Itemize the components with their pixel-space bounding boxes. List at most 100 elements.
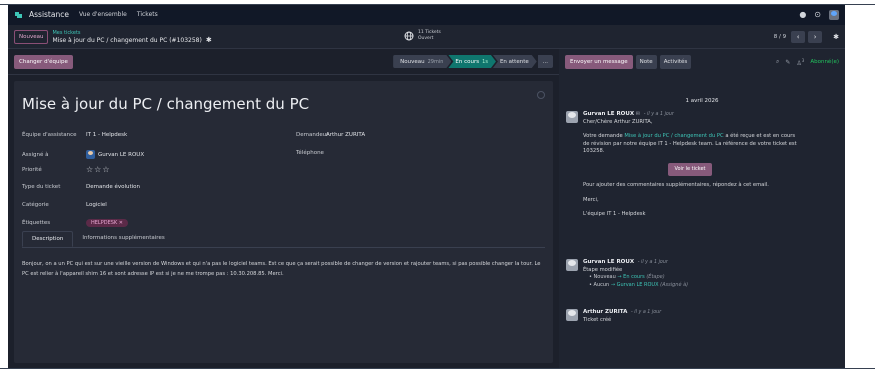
field-category-value[interactable]: Logiciel (86, 202, 107, 208)
app-title[interactable]: Assistance (29, 10, 69, 19)
new-button[interactable]: Nouveau (14, 29, 49, 44)
tab-description[interactable]: Description (22, 231, 74, 247)
mail-icon: ✉ (635, 111, 641, 117)
search-icon[interactable]: ⌕ (776, 58, 779, 66)
gear-icon[interactable]: ✱ (206, 36, 212, 44)
view-ticket-wrapper: Voir le ticket (583, 162, 797, 176)
priority-star-icon[interactable]: ☆☆☆ (86, 165, 111, 174)
stage-waiting[interactable]: En attente (493, 55, 537, 68)
message-greeting: Cher/Chère Arthur ZURITA, (583, 118, 653, 125)
tracking-old-value: Nouveau (593, 274, 616, 280)
pager-value[interactable]: 8 / 9 (774, 34, 786, 40)
chatter-panel: Envoyer un message Note Activités ⌕ ✎ ♙3… (559, 49, 845, 368)
message-reply-hint: Pour ajouter des commentaires supplément… (583, 182, 769, 188)
message-author[interactable]: Gurvan LE ROUX (583, 111, 634, 117)
form-sheet: Mise à jour du PC / changement du PC Équ… (14, 81, 553, 363)
field-category-label: Catégorie (22, 202, 49, 208)
message-thanks: Merci, (583, 196, 599, 203)
stat-label: Ouvert (418, 35, 434, 41)
assignee-name: Gurvan LE ROUX (98, 151, 145, 158)
breadcrumb: Mes tickets Mise à jour du PC / changeme… (52, 30, 211, 44)
stage-new-duration: 29min (427, 58, 444, 65)
chat-icon[interactable]: ● (799, 10, 806, 19)
tag-helpdesk[interactable]: HELPDESK ✕ (86, 219, 128, 227)
frame-bottom-line (0, 368, 875, 369)
log-note-button[interactable]: Note (635, 55, 657, 69)
attachment-icon[interactable]: ✎ (785, 59, 790, 66)
clock-icon[interactable]: ⊙ (814, 10, 821, 19)
notebook-tabs: Description Informations supplémentaires (22, 231, 545, 248)
change-team-button[interactable]: Changer d'équipe (14, 54, 73, 69)
tab-extra-info[interactable]: Informations supplémentaires (73, 231, 173, 247)
message-author[interactable]: Gurvan LE ROUX (583, 259, 634, 265)
field-team: Équipe d'assistance IT 1 - Helpdesk (22, 132, 127, 138)
message-date: - il y a 1 jour (637, 260, 668, 265)
stage-in-progress[interactable]: En cours 1s (448, 55, 496, 68)
field-type-label: Type du ticket (22, 184, 61, 190)
stat-count: 11 Tickets (418, 30, 441, 35)
description-text[interactable]: Bonjour, on a un PC qui est sur une viei… (22, 259, 542, 279)
message-date: - il y a 1 jour (643, 112, 674, 117)
ticket-stat-button[interactable]: 11 Tickets Ouvert (404, 30, 441, 41)
menu-tickets[interactable]: Tickets (137, 11, 158, 18)
control-panel: Nouveau Mes tickets Mise à jour du PC / … (8, 25, 845, 49)
breadcrumb-parent[interactable]: Mes tickets (52, 30, 211, 37)
author-avatar[interactable] (566, 259, 578, 271)
tracking-old-value: Aucun (593, 281, 610, 288)
creation-message: Arthur ZURITA - il y a 1 jour Ticket cré… (566, 309, 838, 324)
settings-icon[interactable]: ✱ (833, 33, 839, 41)
message-text: Votre demande (583, 133, 623, 139)
field-assigned-value[interactable]: Gurvan LE ROUX (86, 150, 144, 159)
followers-button[interactable]: ♙3 (796, 58, 804, 67)
send-message-button[interactable]: Envoyer un message (565, 55, 633, 69)
tracking-line-assignee: • Aucun → Gurvan LE ROUX (Assigné à) (589, 281, 689, 288)
field-team-value[interactable]: IT 1 - Helpdesk (86, 132, 127, 138)
tracking-new-value: Gurvan LE ROUX (616, 281, 659, 288)
message-body: Gurvan LE ROUX - il y a 1 jour Étape mod… (583, 259, 688, 289)
message-author[interactable]: Arthur ZURITA (583, 309, 627, 315)
tracking-line-stage: • Nouveau → En cours (Étape) (589, 274, 665, 280)
stage-in-progress-label: En cours (455, 58, 480, 65)
pager-next-button[interactable]: › (808, 30, 823, 43)
field-tags: Étiquettes HELPDESK ✕ (22, 219, 128, 227)
activities-button[interactable]: Activités (659, 55, 692, 69)
stage-more-button[interactable]: ... (537, 55, 553, 68)
app-logo-icon[interactable] (14, 11, 23, 19)
message-item: Gurvan LE ROUX ✉ - il y a 1 jour Cher/Ch… (566, 111, 838, 219)
status-bar: Changer d'équipe Nouveau 29min En cours 1s… (8, 49, 559, 75)
date-separator: 1 avril 2026 (685, 98, 719, 104)
message-date: - il y a 1 jour (631, 310, 662, 315)
tracking-message: Gurvan LE ROUX - il y a 1 jour Étape mod… (566, 259, 838, 289)
message-body: Arthur ZURITA - il y a 1 jour Ticket cré… (583, 309, 661, 324)
pager-previous-button[interactable]: ‹ (791, 30, 806, 43)
message-signature: L'équipe IT 1 - Helpdesk (583, 211, 646, 217)
field-assigned-label: Assigné à (22, 151, 49, 158)
field-type-value[interactable]: Demande évolution (86, 184, 140, 190)
author-avatar[interactable] (566, 111, 578, 123)
field-category: Catégorie Logiciel (22, 202, 107, 208)
stage-new[interactable]: Nouveau 29min (393, 55, 451, 68)
field-priority-label: Priorité (22, 166, 42, 173)
field-team-label: Équipe d'assistance (22, 132, 77, 138)
user-avatar[interactable] (829, 9, 839, 20)
field-phone: Téléphone (296, 150, 360, 156)
field-requester-label: Demandeur (296, 132, 329, 138)
subscribed-button[interactable]: Abonné(e) (810, 59, 839, 65)
tracking-new-value: En cours (623, 274, 645, 280)
field-requester-value[interactable]: Arthur ZURITA (326, 132, 365, 138)
field-requester: Demandeur Arthur ZURITA (296, 132, 365, 138)
message-ticket-link[interactable]: Mise à jour du PC / changement du PC (624, 133, 723, 139)
field-tags-label: Étiquettes (22, 220, 51, 226)
stage-selector: Nouveau 29min En cours 1s En attente ... (393, 55, 553, 68)
globe-icon (404, 31, 414, 40)
view-ticket-button[interactable]: Voir le ticket (668, 162, 712, 176)
field-assigned: Assigné à Gurvan LE ROUX (22, 150, 144, 159)
message-subtitle: Étape modifiée (583, 266, 623, 273)
ticket-title[interactable]: Mise à jour du PC / changement du PC (22, 95, 309, 113)
frame-top-line (0, 4, 875, 5)
top-navbar: Assistance Vue d'ensemble Tickets ● ⊙ (8, 4, 845, 25)
kanban-state-icon[interactable] (537, 91, 545, 99)
message-body: Gurvan LE ROUX ✉ - il y a 1 jour Cher/Ch… (583, 111, 797, 219)
author-avatar[interactable] (566, 309, 578, 321)
menu-overview[interactable]: Vue d'ensemble (79, 11, 127, 18)
